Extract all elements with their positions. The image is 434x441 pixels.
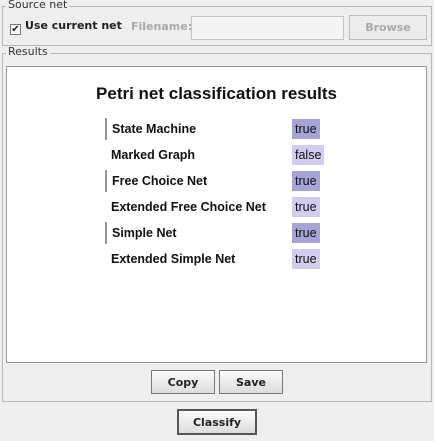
result-value: true — [292, 171, 320, 191]
result-value: true — [292, 249, 320, 269]
results-panel: Petri net classification results State M… — [6, 66, 427, 363]
result-name: Extended Free Choice Net — [111, 200, 266, 214]
result-value: false — [292, 145, 325, 165]
source-net-title: Source net — [6, 0, 70, 11]
classify-button[interactable]: Classify — [177, 409, 257, 435]
result-name: Marked Graph — [111, 148, 196, 162]
filename-label: Filename: — [131, 20, 193, 33]
filename-input[interactable] — [191, 16, 344, 40]
browse-button[interactable]: Browse — [349, 15, 427, 40]
result-name: Extended Simple Net — [111, 252, 236, 266]
result-name: State Machine — [105, 118, 196, 140]
result-value: true — [292, 223, 320, 243]
copy-button[interactable]: Copy — [151, 370, 215, 394]
save-button[interactable]: Save — [219, 370, 283, 394]
use-current-net-checkbox[interactable]: ✔ — [10, 24, 21, 35]
results-title: Results — [6, 45, 50, 58]
result-name: Free Choice Net — [105, 170, 207, 192]
result-name: Simple Net — [105, 222, 177, 244]
result-value: true — [292, 119, 320, 139]
results-heading: Petri net classification results — [96, 84, 337, 103]
use-current-net-label[interactable]: Use current net — [25, 19, 122, 32]
result-value: true — [292, 197, 320, 217]
